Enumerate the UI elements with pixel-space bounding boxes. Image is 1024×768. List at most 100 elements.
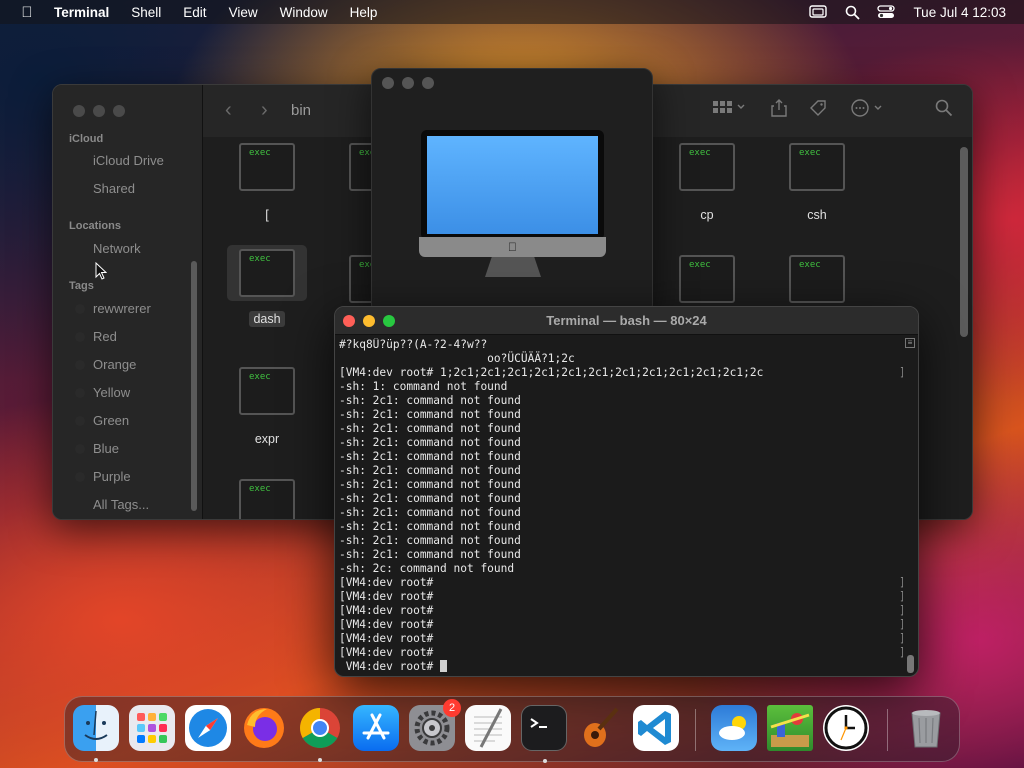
- dock-safari-icon[interactable]: [185, 705, 231, 751]
- menu-shell[interactable]: Shell: [120, 5, 172, 20]
- file-item[interactable]: exec: [227, 479, 307, 519]
- minimize-button[interactable]: [402, 77, 414, 89]
- dock-finder-icon[interactable]: [73, 705, 119, 762]
- spotlight-search-icon[interactable]: [835, 5, 869, 20]
- file-item[interactable]: exec: [777, 255, 857, 303]
- close-button[interactable]: [73, 105, 85, 117]
- terminal-window[interactable]: Terminal — bash — 80×24 #?kq8Ü?üp??(A-?2…: [334, 306, 919, 677]
- sidebar-all-tags[interactable]: All Tags...: [93, 497, 149, 512]
- sidebar-tag-purple[interactable]: Purple: [75, 469, 131, 484]
- terminal-line-marker: ]: [899, 618, 903, 632]
- terminal-line-text: [VM4:dev root#: [339, 646, 434, 659]
- terminal-line: [VM4:dev root#]: [339, 590, 903, 604]
- menu-clock[interactable]: Tue Jul 4 12:03: [903, 5, 1024, 20]
- dock-garageband-icon[interactable]: [577, 705, 623, 751]
- menu-window[interactable]: Window: [269, 5, 339, 20]
- terminal-line-text: [VM4:dev root#: [339, 618, 434, 631]
- dock-launchpad-icon[interactable]: [129, 705, 175, 751]
- finder-scrollbar[interactable]: [960, 147, 968, 337]
- back-chevron-icon[interactable]: ‹: [225, 99, 232, 122]
- sidebar-tag-yellow[interactable]: Yellow: [75, 385, 130, 400]
- more-actions-icon[interactable]: [851, 99, 885, 122]
- minimize-button[interactable]: [363, 315, 375, 327]
- zoom-button[interactable]: [113, 105, 125, 117]
- close-button[interactable]: [382, 77, 394, 89]
- dock-chrome-icon[interactable]: [297, 705, 343, 762]
- zoom-button[interactable]: [383, 315, 395, 327]
- terminal-line: [VM4:dev root#]: [339, 618, 903, 632]
- dock-clock-icon[interactable]: [823, 705, 869, 751]
- imac-display: [427, 136, 598, 234]
- apple-menu-icon[interactable]: : [0, 4, 54, 21]
- about-this-mac-window[interactable]: : [371, 68, 653, 314]
- sidebar-tag-red[interactable]: Red: [75, 329, 117, 344]
- dock-game-icon[interactable]: [767, 705, 813, 751]
- dock-trash-icon[interactable]: [903, 705, 949, 751]
- sidebar-scrollbar[interactable]: [191, 261, 197, 511]
- tag-dot-icon: [75, 472, 85, 482]
- forward-chevron-icon[interactable]: ›: [261, 99, 268, 122]
- screen-mirroring-icon[interactable]: [801, 5, 835, 19]
- sidebar-tag-orange[interactable]: Orange: [75, 357, 136, 372]
- dock-separator: [887, 709, 888, 751]
- tag-dot-icon: [75, 332, 85, 342]
- terminal-line: -sh: 2c1: command not found: [339, 478, 903, 492]
- sidebar-item-network[interactable]: Network: [93, 241, 141, 256]
- dock-app-store-icon[interactable]: [353, 705, 399, 751]
- tag-dot-icon: [75, 444, 85, 454]
- menu-app-name[interactable]: Terminal: [54, 5, 120, 20]
- file-item[interactable]: exec csh: [777, 143, 857, 224]
- running-indicator: [318, 758, 322, 762]
- menu-view[interactable]: View: [218, 5, 269, 20]
- dock-terminal-icon[interactable]: [521, 705, 567, 763]
- terminal-line-text: -sh: 1: command not found: [339, 380, 508, 393]
- control-center-icon[interactable]: [869, 5, 903, 19]
- file-name: [: [265, 208, 269, 222]
- close-button[interactable]: [343, 315, 355, 327]
- terminal-line-text: [VM4:dev root#: [339, 632, 434, 645]
- terminal-line-marker: ]: [899, 366, 903, 380]
- menu-help[interactable]: Help: [339, 5, 389, 20]
- terminal-line-text: #?kq8Ü?üp??(A-?2-4?w??: [339, 338, 488, 351]
- file-item[interactable]: exec [: [227, 143, 307, 224]
- terminal-line-text: [VM4:dev root#: [339, 590, 434, 603]
- dock-textedit-icon[interactable]: [465, 705, 511, 751]
- exec-file-icon: exec: [239, 143, 295, 191]
- view-options-icon[interactable]: [713, 99, 747, 120]
- file-item-selected[interactable]: exec dash: [227, 245, 307, 328]
- sidebar-tag-rewwrerer[interactable]: rewwrerer: [75, 301, 151, 316]
- terminal-line: -sh: 2c: command not found: [339, 562, 903, 576]
- dock-vscode-icon[interactable]: [633, 705, 679, 751]
- file-item[interactable]: exec cp: [667, 143, 747, 224]
- menu-edit[interactable]: Edit: [172, 5, 217, 20]
- tag-label: rewwrerer: [93, 301, 151, 316]
- terminal-titlebar[interactable]: Terminal — bash — 80×24: [335, 307, 918, 335]
- terminal-line-marker: ]: [899, 576, 903, 590]
- apple-logo-icon: : [419, 237, 606, 257]
- sidebar-tag-green[interactable]: Green: [75, 413, 129, 428]
- terminal-line: [VM4:dev root#]: [339, 646, 903, 660]
- file-item[interactable]: exec: [667, 255, 747, 303]
- dock-firefox-icon[interactable]: [241, 705, 287, 751]
- about-window-controls: [382, 77, 434, 89]
- sidebar-item-icloud-drive[interactable]: iCloud Drive: [93, 153, 164, 168]
- search-icon[interactable]: [935, 99, 953, 122]
- terminal-scrollbar[interactable]: [907, 655, 914, 673]
- share-icon[interactable]: [771, 99, 787, 122]
- terminal-output[interactable]: #?kq8Ü?üp??(A-?2-4?w?? oo?ÜCÜÄÄ?1;2c [VM4…: [339, 338, 903, 674]
- file-item[interactable]: exec expr: [227, 367, 307, 448]
- zoom-button[interactable]: [422, 77, 434, 89]
- sidebar-item-shared[interactable]: Shared: [93, 181, 135, 196]
- exec-file-icon: exec: [789, 255, 845, 303]
- sidebar-tag-blue[interactable]: Blue: [75, 441, 119, 456]
- exec-file-icon: exec: [789, 143, 845, 191]
- minimize-button[interactable]: [93, 105, 105, 117]
- dock-system-settings-icon[interactable]: 2: [409, 699, 461, 751]
- folder-title: bin: [291, 102, 312, 119]
- dock-weather-icon[interactable]: [711, 705, 757, 751]
- tag-icon[interactable]: [809, 99, 827, 122]
- split-pane-icon[interactable]: ≡: [905, 338, 915, 348]
- mouse-pointer-icon: [95, 261, 108, 285]
- tag-label: Purple: [93, 469, 131, 484]
- exec-file-icon: exec: [239, 249, 295, 297]
